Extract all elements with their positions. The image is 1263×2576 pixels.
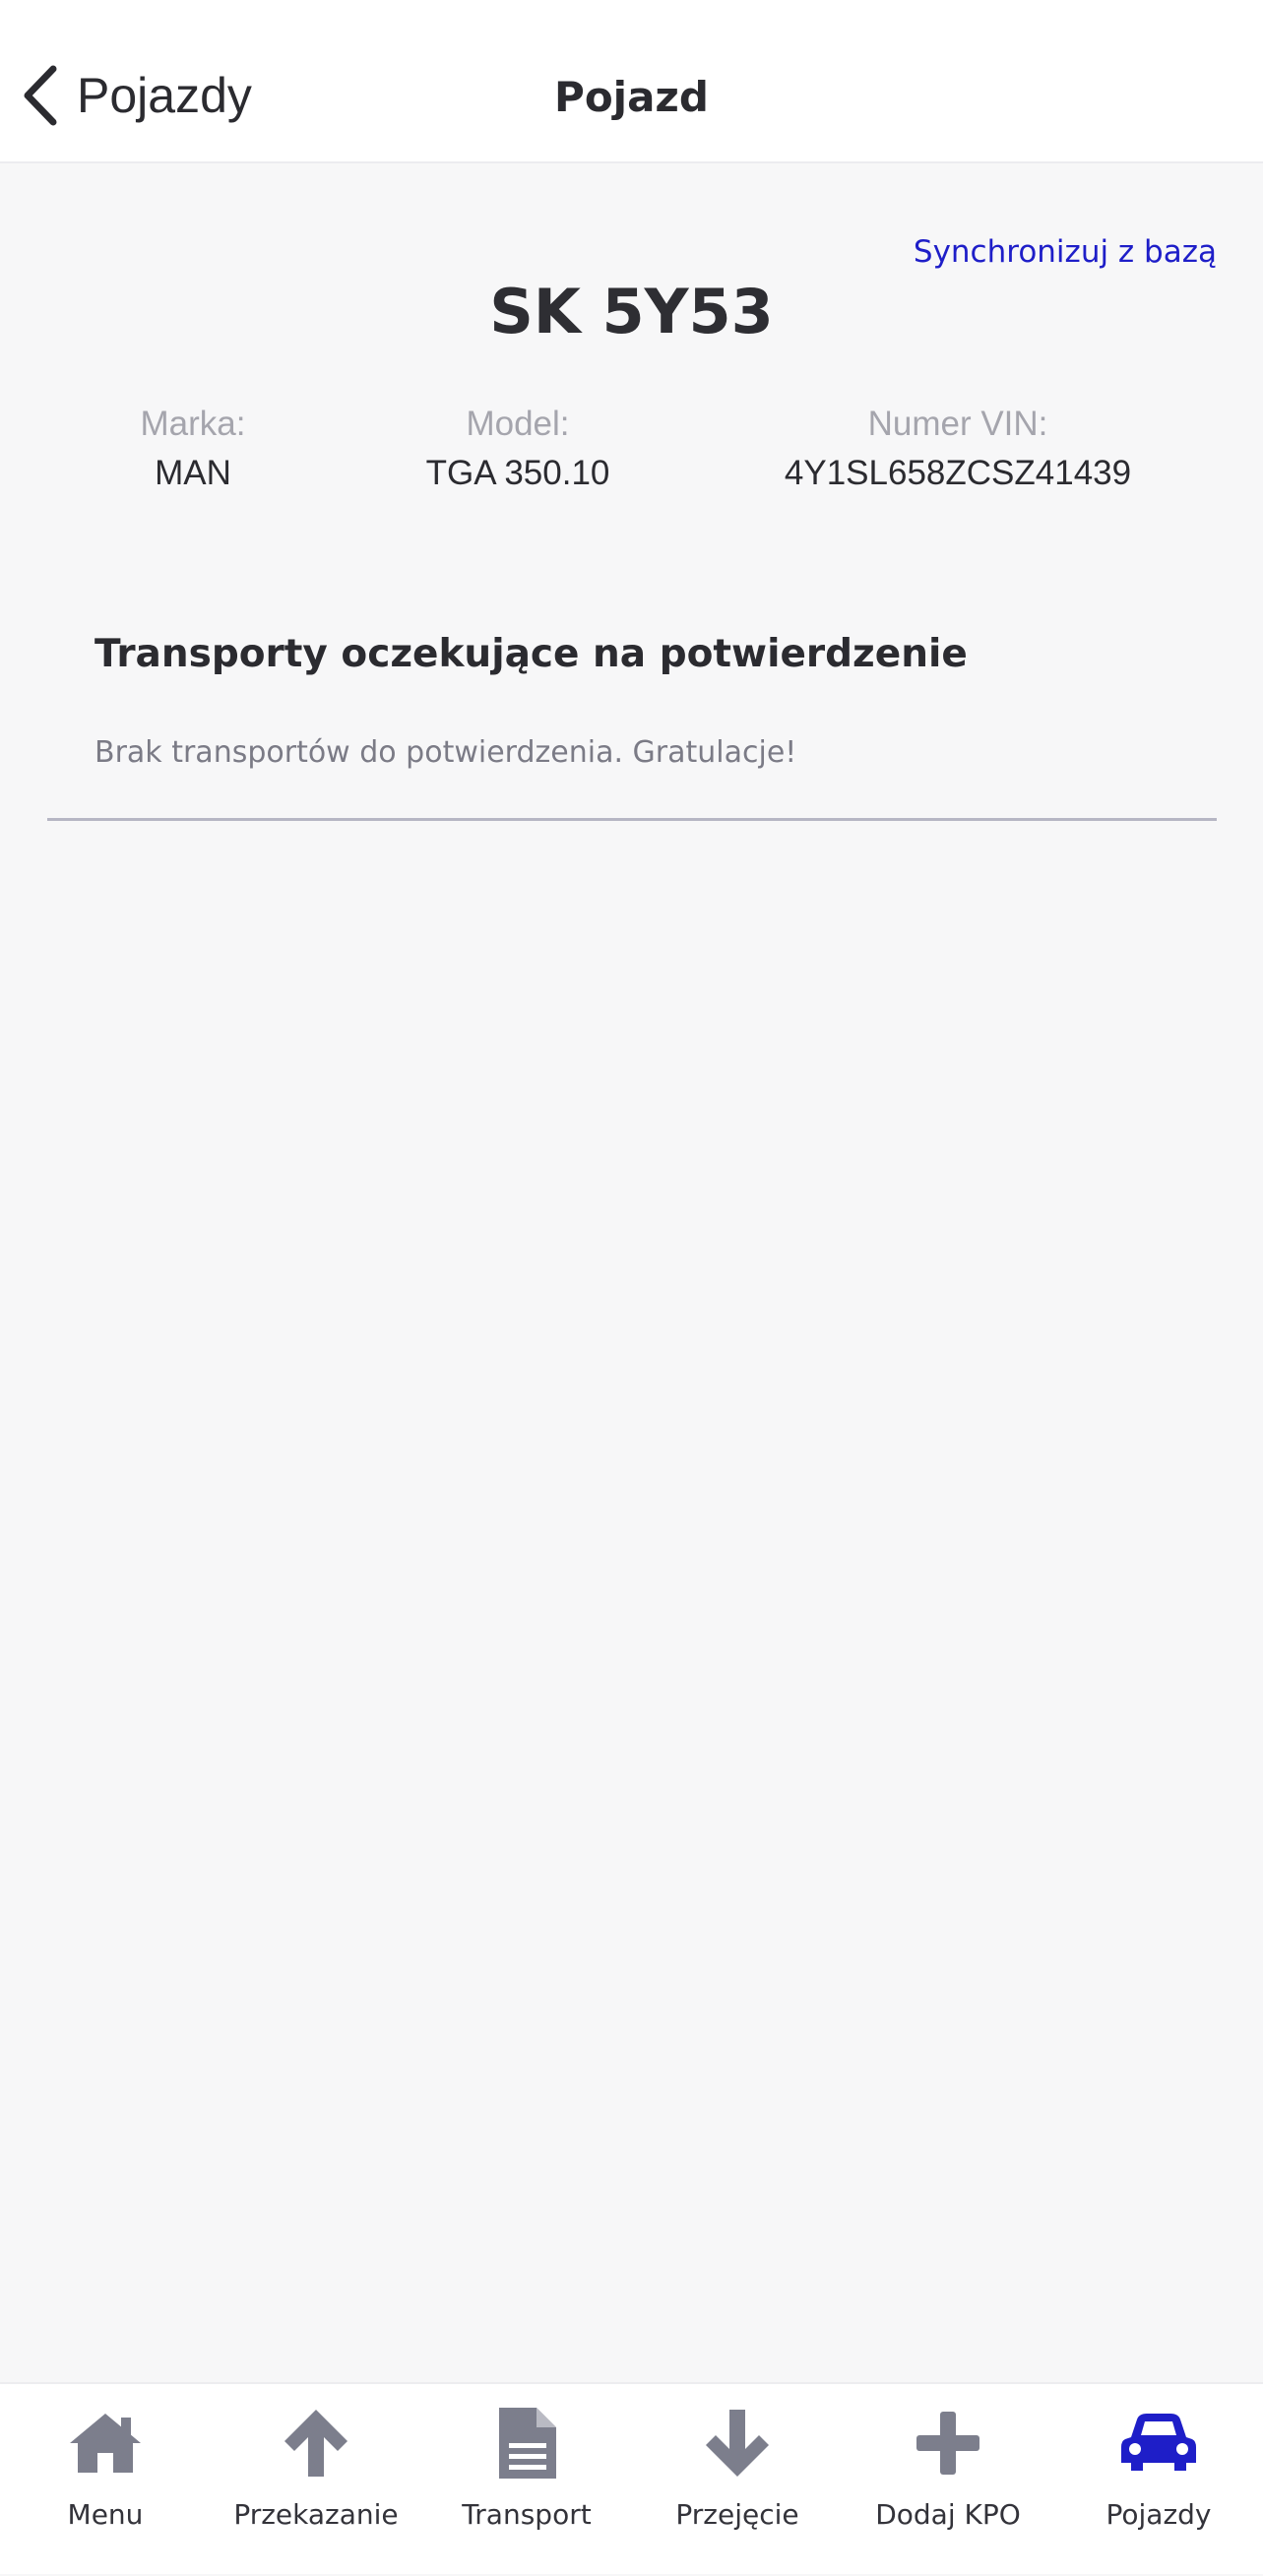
divider — [47, 818, 1217, 821]
model-label: Model: — [466, 405, 570, 443]
model-info: Model: TGA 350.10 — [400, 402, 636, 500]
pending-transports-empty-text: Brak transportów do potwierdzenia. Gratu… — [95, 735, 797, 770]
document-icon — [499, 2408, 556, 2479]
vin-value: 4Y1SL658ZCSZ41439 — [784, 454, 1132, 492]
tab-pojazdy[interactable]: Pojazdy — [1053, 2384, 1263, 2576]
tab-pojazdy-label: Pojazdy — [1105, 2498, 1212, 2531]
plus-icon — [916, 2412, 979, 2475]
arrow-up-icon — [284, 2410, 347, 2477]
sync-with-database-link[interactable]: Synchronizuj z bazą — [914, 234, 1217, 270]
tab-transport-label: Transport — [462, 2498, 592, 2531]
bottom-tab-bar: Menu Przekazanie Transport Przejęcie Dod… — [0, 2382, 1263, 2574]
pending-transports-title: Transporty oczekujące na potwierdzenie — [95, 632, 968, 676]
brand-value: MAN — [155, 454, 231, 492]
tab-przejecie[interactable]: Przejęcie — [632, 2384, 843, 2576]
vin-info: Numer VIN: 4Y1SL658ZCSZ41439 — [761, 402, 1155, 500]
top-bar: Pojazdy Pojazd — [0, 0, 1263, 163]
home-icon — [70, 2414, 141, 2473]
arrow-down-icon — [706, 2410, 769, 2477]
vin-label: Numer VIN: — [867, 405, 1048, 443]
tab-dodaj-kpo-label: Dodaj KPO — [875, 2498, 1021, 2531]
model-value: TGA 350.10 — [425, 454, 610, 492]
tab-dodaj-kpo[interactable]: Dodaj KPO — [843, 2384, 1053, 2576]
brand-info: Marka: MAN — [95, 402, 291, 500]
brand-label: Marka: — [140, 405, 246, 443]
tab-przejecie-label: Przejęcie — [675, 2498, 799, 2531]
vehicle-plate: SK 5Y53 — [489, 276, 774, 347]
tab-menu[interactable]: Menu — [0, 2384, 211, 2576]
tab-transport[interactable]: Transport — [421, 2384, 632, 2576]
page-title: Pojazd — [554, 73, 709, 121]
tab-menu-label: Menu — [67, 2498, 144, 2531]
car-icon — [1121, 2414, 1196, 2471]
tab-przekazanie-label: Przekazanie — [233, 2498, 399, 2531]
tab-przekazanie[interactable]: Przekazanie — [211, 2384, 421, 2576]
